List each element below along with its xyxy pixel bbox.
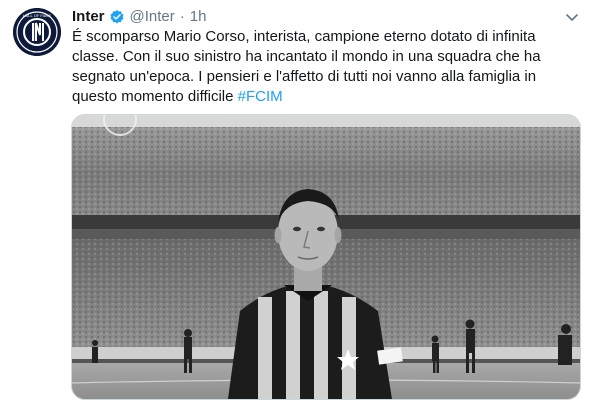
tweet-timestamp[interactable]: 1h [190,8,207,26]
tweet-text: É scomparso Mario Corso, interista, camp… [72,27,584,107]
photo-black-and-white [72,115,580,399]
tweet-photo[interactable] [71,114,581,400]
tweet-header: Inter @Inter · 1h [72,8,580,26]
author-name[interactable]: Inter [72,8,105,26]
inter-crest-icon: HALL OF FAME [13,8,61,56]
tweet-body: É scomparso Mario Corso, interista, camp… [72,28,541,105]
avatar-ring-text: HALL OF FAME [23,13,52,18]
hashtag-link[interactable]: #FCIM [238,88,283,105]
avatar[interactable]: HALL OF FAME [13,8,61,56]
author-handle[interactable]: @Inter [130,8,175,26]
chevron-down-icon[interactable] [564,9,580,25]
separator-dot: · [179,8,185,25]
verified-badge-icon [109,9,125,25]
